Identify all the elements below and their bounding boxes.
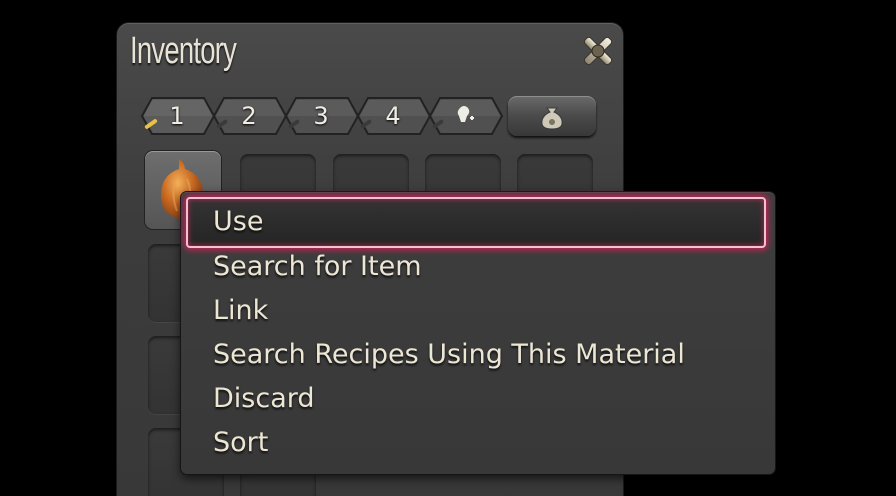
- tab-3-label: 3: [313, 102, 329, 130]
- menu-item-discard[interactable]: Discard: [213, 383, 315, 423]
- tab-currency[interactable]: [508, 96, 596, 136]
- tab-3[interactable]: 3: [282, 96, 360, 136]
- menu-item-use[interactable]: Use: [213, 206, 263, 246]
- tab-4-label: 4: [385, 102, 401, 130]
- inventory-title: Inventory: [130, 30, 237, 72]
- tab-2[interactable]: 2: [210, 96, 288, 136]
- money-bag-icon: [541, 107, 563, 130]
- tab-2-label: 2: [241, 102, 257, 130]
- menu-item-highlight[interactable]: [186, 197, 766, 248]
- close-icon[interactable]: [577, 30, 619, 72]
- menu-item-search-recipes[interactable]: Search Recipes Using This Material: [213, 339, 685, 379]
- menu-item-link[interactable]: Link: [213, 295, 268, 335]
- menu-item-sort[interactable]: Sort: [213, 427, 268, 467]
- game-screen: Inventory 1 2 3 4 Use Search for Item Li…: [0, 0, 896, 496]
- tab-1[interactable]: 1: [138, 96, 216, 136]
- tab-4[interactable]: 4: [354, 96, 432, 136]
- tab-1-label: 1: [169, 102, 185, 130]
- menu-item-search-for-item[interactable]: Search for Item: [213, 251, 422, 291]
- tab-key-items[interactable]: [426, 96, 504, 136]
